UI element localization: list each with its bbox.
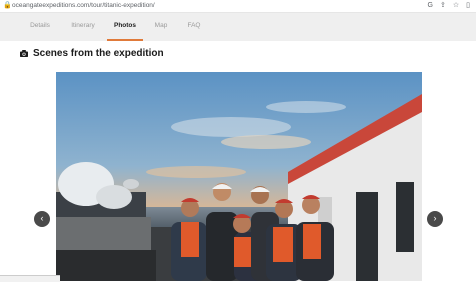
google-icon[interactable]: G (428, 1, 433, 11)
tab-itinerary[interactable]: Itinerary (66, 13, 100, 41)
share-icon[interactable]: ⇪ (440, 1, 446, 11)
browser-address-bar[interactable]: 🔒 oceangateexpeditions.com/tour/titanic-… (0, 0, 476, 13)
gallery-photo[interactable] (56, 72, 422, 281)
section-title: Scenes from the expedition (33, 48, 164, 59)
tab-faq[interactable]: FAQ (183, 13, 205, 41)
url-text[interactable]: oceangateexpeditions.com/tour/titanic-ex… (12, 1, 155, 11)
browser-toolbar-icons: G ⇪ ☆ ▯ (428, 1, 470, 11)
camera-icon (20, 50, 28, 57)
tab-photos[interactable]: Photos (107, 13, 143, 41)
tab-map[interactable]: Map (150, 13, 172, 41)
lock-icon: 🔒 (3, 2, 12, 9)
extensions-icon[interactable]: ▯ (466, 1, 470, 11)
expedition-crew-photo (56, 72, 422, 281)
chevron-left-icon: ‹ (40, 213, 44, 223)
gallery-prev-button[interactable]: ‹ (34, 211, 50, 227)
star-icon[interactable]: ☆ (453, 1, 459, 11)
gallery-next-button[interactable]: › (427, 211, 443, 227)
tab-details[interactable]: Details (24, 13, 56, 41)
chevron-right-icon: › (433, 213, 437, 223)
tour-nav-bar: Details Itinerary Photos Map FAQ (0, 13, 476, 41)
